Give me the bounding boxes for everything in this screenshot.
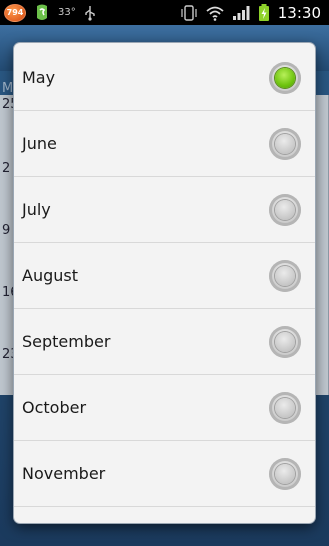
signal-strength-icon xyxy=(232,5,250,20)
wifi-icon xyxy=(206,6,224,21)
clock: 13:30 xyxy=(277,3,321,22)
evernote-like-app-icon xyxy=(37,4,47,20)
notification-badge: 794 xyxy=(4,3,26,22)
radio-button[interactable] xyxy=(269,194,301,226)
month-label: November xyxy=(22,464,106,483)
radio-indicator xyxy=(275,464,295,484)
month-picker-dialog: May June July August September October N… xyxy=(14,43,315,523)
radio-indicator xyxy=(275,134,295,154)
radio-button[interactable] xyxy=(269,260,301,292)
radio-indicator xyxy=(275,200,295,220)
background-date-label: 9 xyxy=(2,223,11,238)
month-option-october[interactable]: October xyxy=(14,375,315,441)
radio-indicator xyxy=(275,398,295,418)
background-date-label: 2 xyxy=(2,161,11,176)
month-option-november[interactable]: November xyxy=(14,441,315,507)
radio-indicator xyxy=(275,332,295,352)
battery-charging-icon xyxy=(258,3,269,21)
month-label: July xyxy=(22,200,51,219)
radio-button[interactable] xyxy=(269,128,301,160)
month-label: September xyxy=(22,332,111,351)
background-column xyxy=(315,95,329,395)
radio-indicator xyxy=(275,266,295,286)
month-option-may[interactable]: May xyxy=(14,45,315,111)
month-label: August xyxy=(22,266,78,285)
radio-button[interactable] xyxy=(269,326,301,358)
radio-button[interactable] xyxy=(269,392,301,424)
radio-button[interactable] xyxy=(269,458,301,490)
status-bar-right: 13:30 xyxy=(180,2,321,23)
month-label: October xyxy=(22,398,87,417)
background-column-letter: M xyxy=(2,81,14,96)
radio-indicator xyxy=(275,68,295,88)
month-option-july[interactable]: July xyxy=(14,177,315,243)
month-option-june[interactable]: June xyxy=(14,111,315,177)
usb-icon xyxy=(85,5,95,21)
vibrate-icon xyxy=(181,4,197,21)
status-bar: 794 33° 13:30 xyxy=(0,0,329,25)
status-bar-left: 794 33° xyxy=(4,2,96,23)
radio-button-checked[interactable] xyxy=(269,62,301,94)
month-option-august[interactable]: August xyxy=(14,243,315,309)
month-label: May xyxy=(22,68,56,87)
month-label: June xyxy=(22,134,57,153)
month-option-september[interactable]: September xyxy=(14,309,315,375)
temperature-text: 33° xyxy=(58,7,76,18)
